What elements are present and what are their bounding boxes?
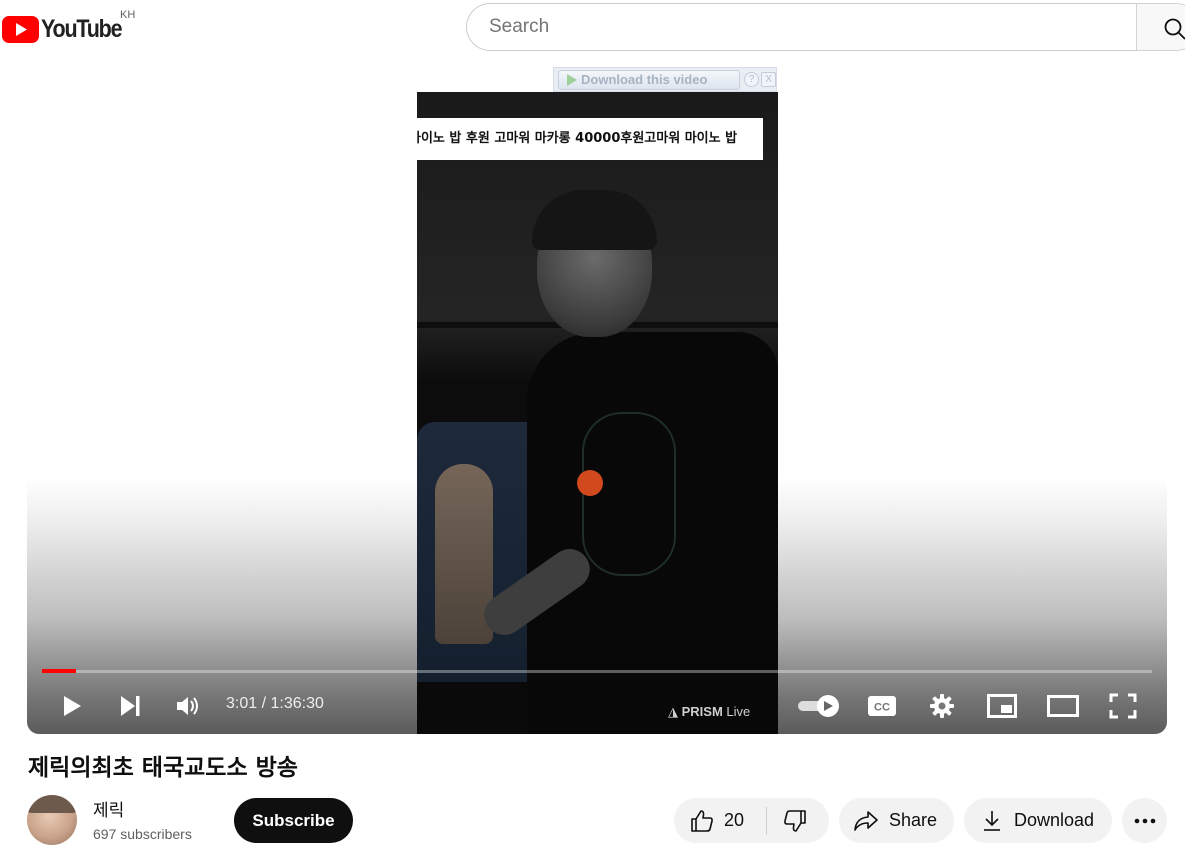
prism-live-watermark: ◮ PRISM Live <box>668 704 751 719</box>
youtube-play-logo-icon <box>2 15 39 43</box>
video-frame[interactable]: 마이노 밥 후원 고마워 마카롱 40000후원고마워 마이노 밥 ◮ PRIS… <box>417 92 778 734</box>
like-divider <box>766 806 768 835</box>
play-icon <box>567 73 577 86</box>
download-this-video-label: Download this video <box>581 72 708 87</box>
share-label: Share <box>889 810 938 830</box>
channel-name[interactable]: 제릭 <box>93 796 124 821</box>
like-count: 20 <box>724 810 745 830</box>
video-title: 제릭의최초 태국교도소 방송 <box>28 755 298 781</box>
channel-avatar[interactable] <box>27 795 77 845</box>
share-arrow-icon <box>854 810 878 831</box>
fullscreen-button[interactable] <box>1105 688 1141 724</box>
donation-ticker-text: 마이노 밥 후원 고마워 마카롱 40000후원고마워 마이노 밥 <box>417 131 738 146</box>
autoplay-toggle[interactable] <box>795 688 843 724</box>
more-actions-button[interactable] <box>1122 798 1167 843</box>
youtube-wordmark: YouTube <box>41 14 123 43</box>
donation-ticker: 마이노 밥 후원 고마워 마카롱 40000후원고마워 마이노 밥 <box>417 118 763 160</box>
gear-icon <box>930 694 954 718</box>
country-code: KH <box>120 9 136 21</box>
play-button[interactable] <box>57 688 87 724</box>
share-button[interactable]: Share <box>839 798 954 843</box>
thumbs-up-icon <box>691 809 713 832</box>
subscriber-count: 697 subscribers <box>93 826 192 842</box>
fullscreen-icon <box>1109 693 1137 719</box>
download-button[interactable]: Download <box>964 798 1112 843</box>
autoplay-toggle-icon <box>798 695 839 717</box>
search-box[interactable] <box>466 3 1136 51</box>
settings-button[interactable] <box>925 688 959 724</box>
search-button[interactable] <box>1136 3 1185 51</box>
theater-mode-button[interactable] <box>1045 688 1081 724</box>
download-icon <box>984 810 1000 831</box>
time-display: 3:01 / 1:36:30 <box>226 695 324 712</box>
youtube-logo[interactable]: YouTube <box>2 12 134 46</box>
miniplayer-icon <box>987 694 1017 718</box>
volume-button[interactable] <box>173 688 203 724</box>
search-icon <box>1164 18 1185 40</box>
search-input[interactable] <box>487 15 1136 39</box>
more-horizontal-icon <box>1134 818 1155 823</box>
prism-logo-icon: ◮ <box>668 704 682 719</box>
download-this-video-button[interactable]: Download this video <box>558 69 741 90</box>
download-helper-bar: Download this video ? X <box>553 67 777 92</box>
like-dislike-group: 20 <box>674 798 829 843</box>
download-label: Download <box>1014 810 1095 830</box>
volume-icon <box>177 697 198 715</box>
play-icon <box>64 696 81 716</box>
like-button[interactable]: 20 <box>690 809 744 833</box>
progress-bar-played <box>42 669 76 673</box>
close-icon[interactable]: X <box>761 72 776 87</box>
thumbs-down-icon <box>784 809 806 832</box>
help-icon[interactable]: ? <box>744 72 760 87</box>
subscribe-button[interactable]: Subscribe <box>234 798 353 843</box>
skip-next-icon <box>121 696 140 716</box>
video-player[interactable]: 마이노 밥 후원 고마워 마카롱 40000후원고마워 마이노 밥 ◮ PRIS… <box>27 92 1167 734</box>
theater-mode-icon <box>1047 695 1079 717</box>
dislike-button[interactable] <box>783 809 807 833</box>
svg-text:CC: CC <box>874 702 890 714</box>
cc-icon: CC <box>868 696 896 716</box>
progress-bar[interactable] <box>42 670 1152 673</box>
miniplayer-button[interactable] <box>985 688 1019 724</box>
next-button[interactable] <box>115 688 145 724</box>
subtitles-button[interactable]: CC <box>865 688 899 724</box>
